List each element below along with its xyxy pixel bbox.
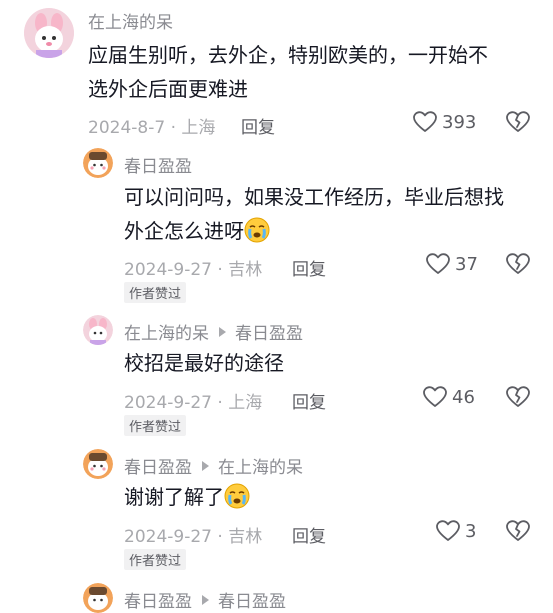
broken-heart-icon (506, 253, 530, 274)
date-location: 2024-9-27 · 吉林 (124, 260, 263, 280)
reply-arrow-icon (219, 326, 226, 337)
reply-to-user[interactable]: 在上海的呆 (218, 453, 303, 478)
reply-button[interactable]: 回复 (292, 522, 326, 547)
avatar[interactable] (83, 315, 113, 345)
heart-outline-icon (426, 253, 450, 274)
reply-button[interactable]: 回复 (241, 113, 275, 138)
avatar[interactable] (83, 449, 113, 479)
dislike-button[interactable] (506, 253, 530, 279)
avatar[interactable] (83, 583, 113, 613)
date-location: 2024-8-7 · 上海 (88, 118, 216, 138)
reply-to-user[interactable]: 春日盈盈 (218, 587, 286, 612)
comment-text: 校招是最好的途径 (124, 351, 284, 375)
like-count: 37 (455, 253, 478, 275)
like-button[interactable]: 393 (413, 111, 476, 133)
username[interactable]: 春日盈盈 (124, 152, 192, 177)
reply-arrow-icon (202, 460, 209, 471)
date-location: 2024-9-27 · 上海 (124, 393, 263, 413)
dislike-button[interactable] (506, 386, 530, 412)
heart-outline-icon (423, 386, 447, 407)
comment-text: 可以问问吗，如果没工作经历，毕业后想找 外企怎么进呀 (124, 185, 504, 243)
crying-face-emoji (224, 483, 250, 509)
like-count: 393 (442, 111, 477, 133)
username[interactable]: 春日盈盈 在上海的呆 (124, 453, 303, 478)
like-count: 46 (452, 386, 475, 408)
reply-arrow-icon (202, 594, 209, 605)
author-liked-badge: 作者赞过 (124, 415, 187, 436)
author-liked-badge: 作者赞过 (124, 282, 187, 303)
reply-button[interactable]: 回复 (292, 255, 326, 280)
reply-button[interactable]: 回复 (292, 388, 326, 413)
dislike-button[interactable] (506, 111, 530, 137)
reply-to-user[interactable]: 春日盈盈 (235, 319, 303, 344)
avatar[interactable] (24, 8, 74, 58)
dislike-button[interactable] (506, 520, 530, 546)
comment-text: 应届生别听，去外企，特别欧美的，一开始不 选外企后面更难进 (88, 43, 488, 101)
author-liked-badge: 作者赞过 (124, 549, 187, 570)
broken-heart-icon (506, 520, 530, 541)
comment-text: 谢谢了解了 (124, 480, 250, 514)
heart-outline-icon (413, 111, 437, 132)
username[interactable]: 在上海的呆 春日盈盈 (124, 319, 303, 344)
broken-heart-icon (506, 386, 530, 407)
heart-outline-icon (436, 520, 460, 541)
like-count: 3 (465, 520, 477, 542)
date-location: 2024-9-27 · 吉林 (124, 527, 263, 547)
username[interactable]: 在上海的呆 (88, 8, 173, 33)
crying-face-emoji (244, 217, 270, 243)
like-button[interactable]: 37 (426, 253, 478, 275)
broken-heart-icon (506, 111, 530, 132)
like-button[interactable]: 3 (436, 520, 476, 542)
avatar[interactable] (83, 148, 113, 178)
username[interactable]: 春日盈盈 春日盈盈 (124, 587, 286, 612)
like-button[interactable]: 46 (423, 386, 475, 408)
